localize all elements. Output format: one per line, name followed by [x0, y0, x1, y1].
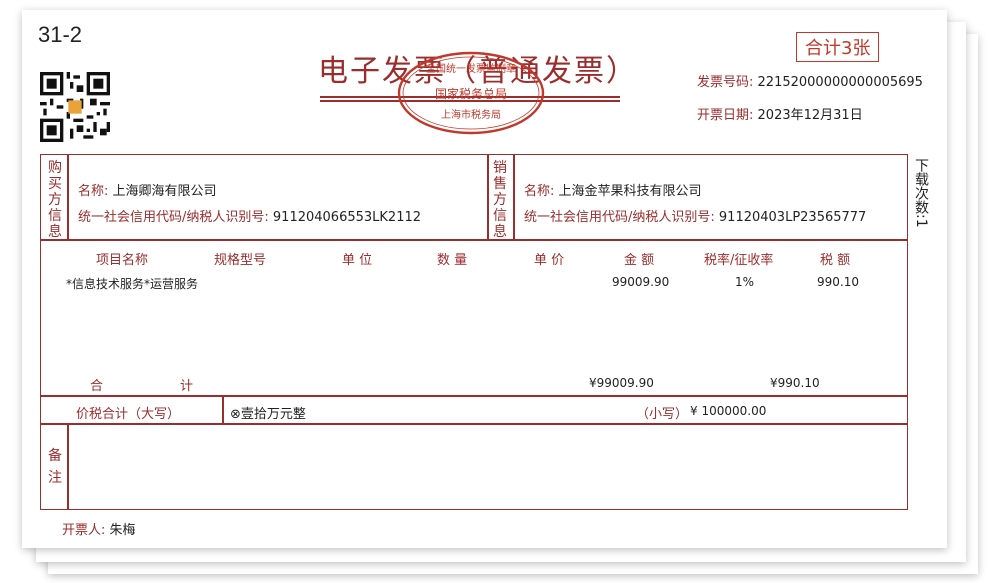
buyer-name: 名称: 上海卿海有限公司	[78, 180, 217, 199]
grand-total-divider	[41, 423, 907, 425]
seal-middle-text: 国家税务总局	[435, 86, 507, 101]
totals-amount: ¥99009.90	[589, 376, 654, 390]
invoice-number-value: 22152000000000005695	[757, 75, 923, 90]
buyer-name-value: 上海卿海有限公司	[112, 184, 217, 199]
issue-date: 开票日期: 2023年12月31日	[697, 104, 863, 123]
totals-tax: ¥990.10	[770, 376, 820, 390]
totals-label-2: 计	[180, 379, 194, 394]
grand-total-small-label: （小写）	[636, 407, 689, 422]
issue-date-value: 2023年12月31日	[757, 108, 863, 123]
col-item-header: 项目名称	[96, 253, 149, 268]
grand-total-small: ¥ 100000.00	[690, 404, 767, 418]
buyer-name-label: 名称:	[78, 184, 109, 199]
issuer-label: 开票人:	[62, 523, 106, 538]
seller-name-value: 上海金苹果科技有限公司	[558, 184, 702, 199]
seller-name-label: 名称:	[524, 184, 555, 199]
issue-date-label: 开票日期:	[697, 108, 754, 123]
sheet-count-badge: 合计3张	[796, 32, 880, 62]
item-amount: 99009.90	[612, 275, 670, 289]
col-rate-header: 税率/征收率	[704, 253, 774, 268]
seller-tax-id-label: 统一社会信用代码/纳税人识别号:	[524, 210, 715, 225]
seller-label-divider	[513, 155, 515, 239]
col-unit-header: 单 位	[342, 253, 373, 268]
item-tax: 990.10	[817, 275, 859, 289]
issuer-name: 朱梅	[109, 523, 136, 538]
item-name: *信息技术服务*运营服务	[66, 277, 199, 291]
col-qty-header: 数 量	[437, 253, 468, 268]
invoice-number-label: 发票号码:	[697, 75, 754, 90]
totals-label-1: 合	[90, 379, 104, 394]
item-rate: 1%	[735, 275, 755, 289]
buyer-section-label: 购 买 方 信 息	[48, 160, 62, 240]
seller-tax-id: 统一社会信用代码/纳税人识别号: 91120403LP23565777	[524, 206, 866, 225]
col-tax-header: 税 额	[820, 253, 851, 268]
remarks-label: 备 注	[48, 448, 62, 486]
col-price-header: 单 价	[534, 253, 565, 268]
page-label: 31-2	[38, 22, 83, 47]
seller-name: 名称: 上海金苹果科技有限公司	[524, 180, 702, 199]
col-spec-header: 规格型号	[214, 253, 267, 268]
buyer-label-divider	[67, 155, 69, 239]
grand-total-upper: ⊗壹拾万元整	[230, 407, 306, 422]
grand-total-label-divider	[222, 395, 224, 423]
seller-section-label: 销 售 方 信 息	[493, 160, 507, 240]
party-row-divider	[41, 239, 907, 241]
download-count: 下载次数:1	[913, 158, 929, 228]
seal-top-text: 全国统一发票监制章	[426, 62, 516, 75]
seal-bottom-text: 上海市税务局	[441, 108, 501, 121]
buyer-tax-id: 统一社会信用代码/纳税人识别号: 911204066553LK2112	[78, 206, 421, 225]
remarks-label-divider	[67, 423, 69, 509]
totals-divider	[41, 395, 907, 397]
seller-tax-id-value: 91120403LP23565777	[718, 210, 867, 225]
grand-total-label: 价税合计（大写）	[76, 407, 181, 422]
issuer: 开票人: 朱梅	[62, 519, 136, 538]
buyer-tax-id-value: 911204066553LK2112	[272, 210, 422, 225]
official-seal: 全国统一发票监制章 国家税务总局 上海市税务局	[397, 51, 545, 135]
invoice-number: 发票号码: 22152000000000005695	[697, 71, 923, 90]
buyer-tax-id-label: 统一社会信用代码/纳税人识别号:	[78, 210, 269, 225]
qr-code	[40, 72, 110, 142]
col-amount-header: 金 额	[624, 253, 655, 268]
